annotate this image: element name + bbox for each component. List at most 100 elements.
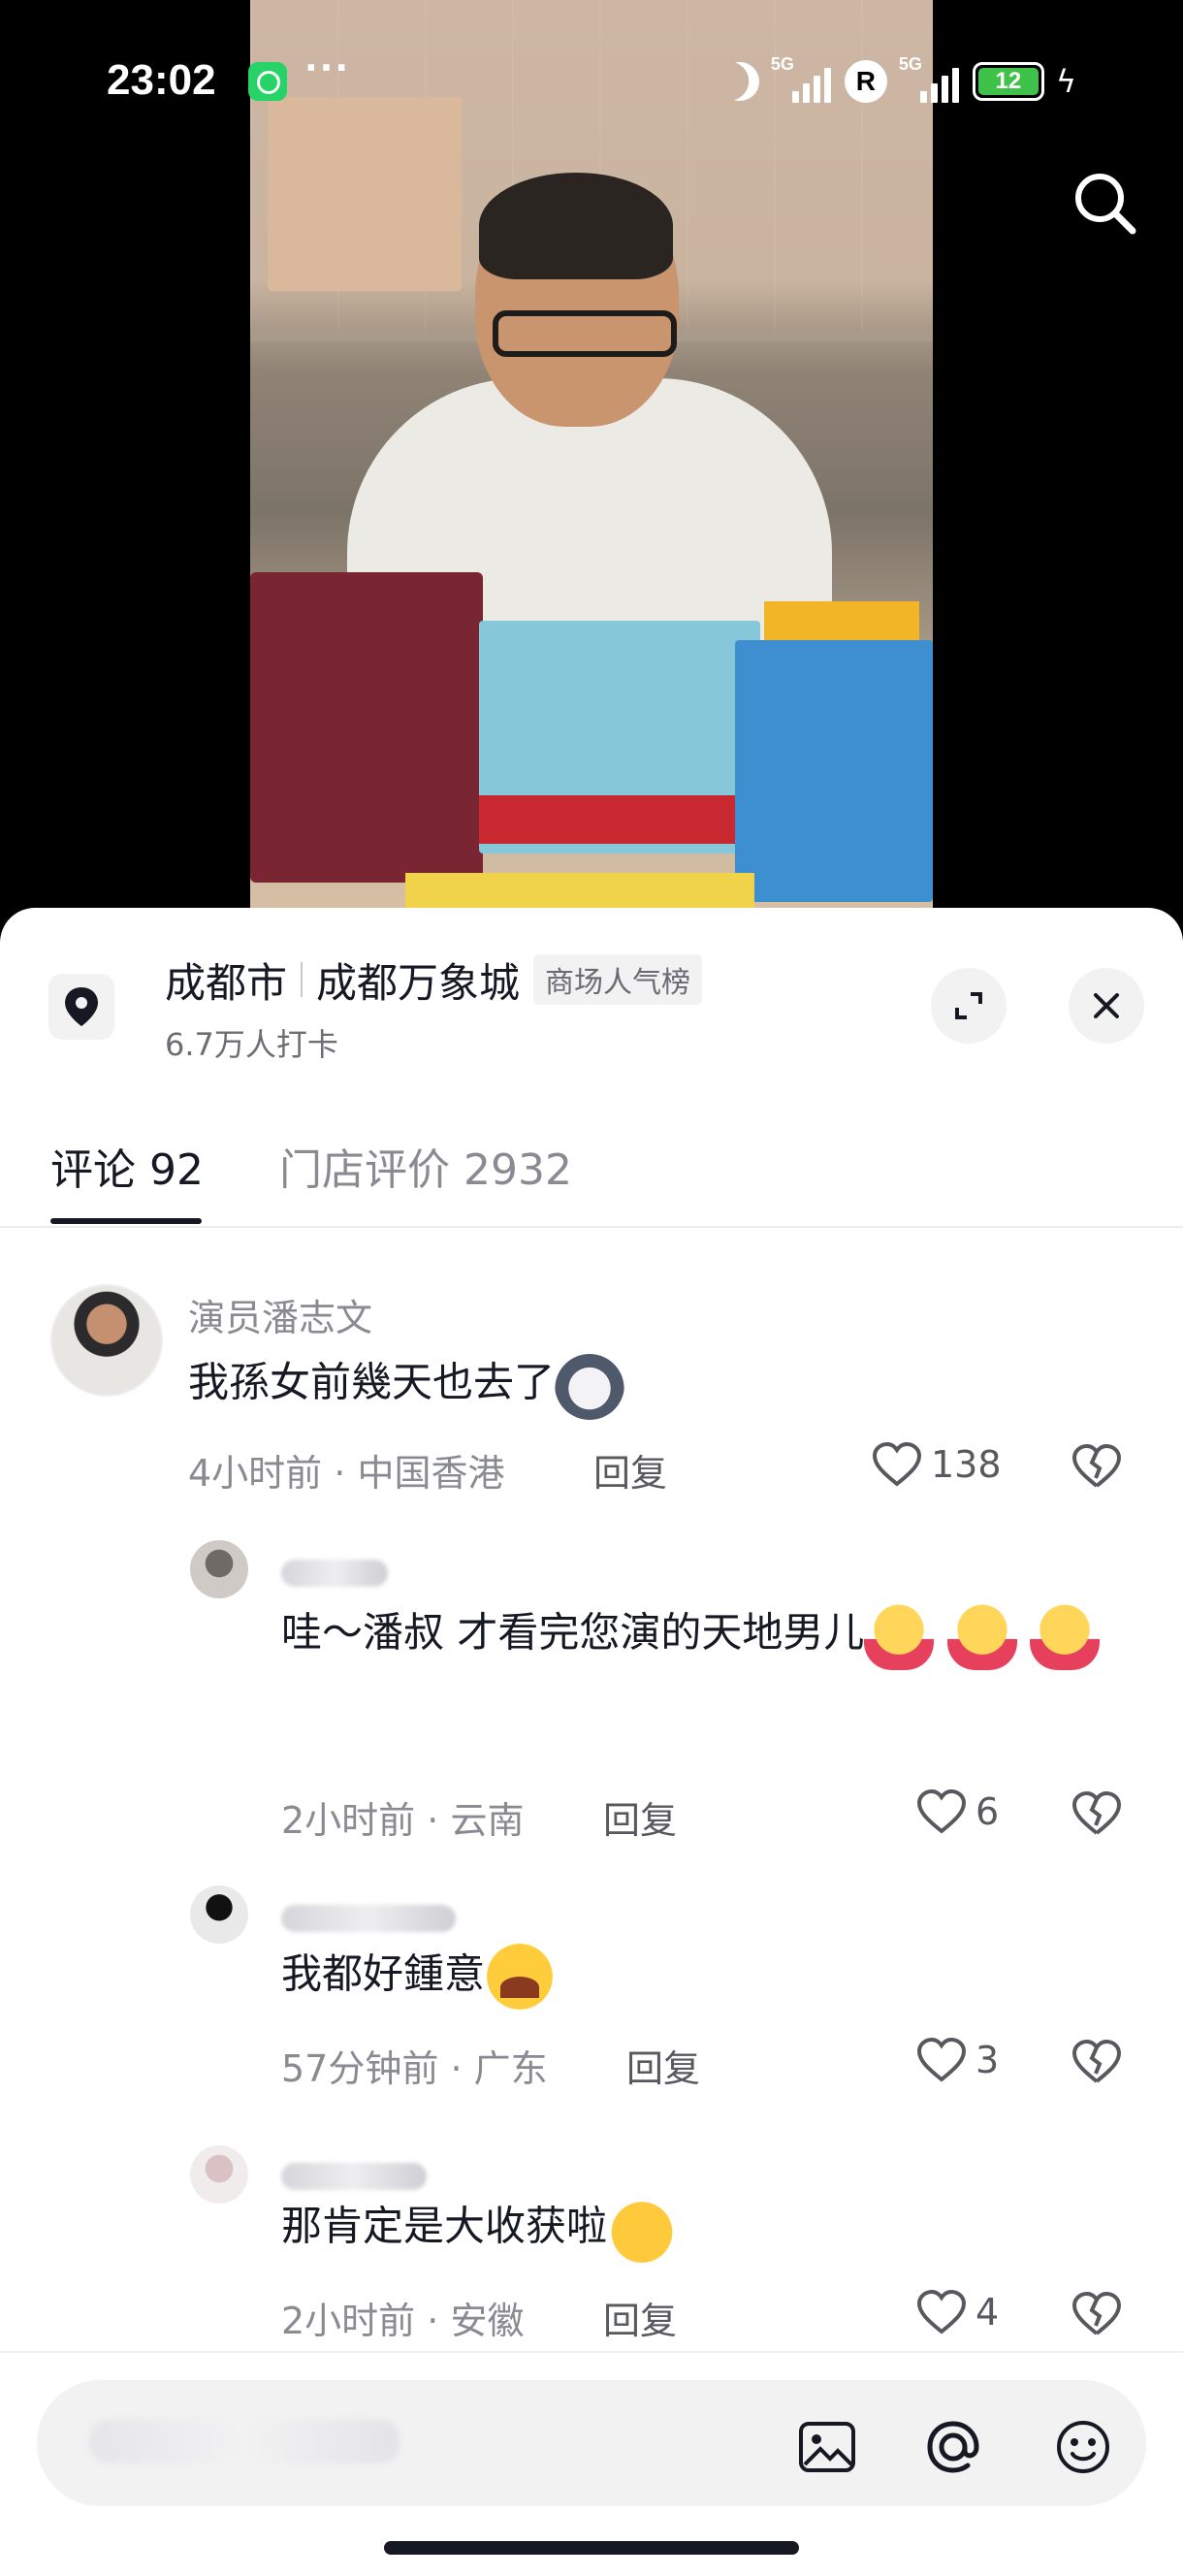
heart-icon [916, 1788, 967, 1834]
broken-heart-icon [1071, 2291, 1122, 2335]
comment-region: 云南 [450, 1799, 525, 1842]
close-button[interactable] [1069, 968, 1144, 1044]
tab-active-indicator [50, 1218, 202, 1224]
reply-button[interactable]: 回复 [603, 1790, 677, 1844]
comment-region: 中国香港 [357, 1452, 505, 1495]
video-person-hair [479, 173, 673, 279]
status-bar: 23:02 ··· 5G R 5G 12 ϟ [0, 0, 1183, 165]
like-button[interactable]: 4 [915, 2289, 999, 2335]
status-time: 23:02 [107, 56, 216, 104]
crying-emoji-icon [485, 1942, 556, 2012]
smiley-face-icon [1057, 2421, 1109, 2473]
dislike-button[interactable] [1071, 1443, 1123, 1494]
battery-icon: 12 [972, 62, 1044, 101]
search-icon [1075, 174, 1136, 235]
broken-heart-icon [1071, 1443, 1122, 1488]
signal-2-icon: 5G [899, 54, 961, 105]
like-count: 138 [931, 1443, 1002, 1486]
more-notifications-icon: ··· [304, 48, 351, 88]
battery-level: 12 [977, 68, 1039, 95]
clapping-hands-emoji-icon [607, 2194, 678, 2264]
like-count: 3 [975, 2039, 1000, 2081]
location-place[interactable]: 成都万象城 [316, 950, 520, 1010]
heart-icon [916, 2289, 967, 2334]
dislike-button[interactable] [1071, 2291, 1123, 2341]
close-icon [1094, 993, 1119, 1018]
avatar[interactable] [190, 1885, 248, 1944]
like-button[interactable]: 3 [915, 2037, 999, 2083]
comment-author[interactable]: 演员潘志文 [188, 1288, 372, 1341]
expand-button[interactable] [931, 968, 1007, 1044]
hug-emoji-icon [946, 1600, 1017, 1670]
expand-icon [955, 992, 982, 1019]
network-2-label: 5G [898, 54, 922, 74]
video-toy-box-left [250, 572, 483, 883]
comment-text-body: 哇～潘叔 才看完您演的天地男儿 [281, 1608, 865, 1657]
avatar[interactable] [50, 1284, 163, 1397]
location-pin-button[interactable] [48, 974, 114, 1040]
image-icon [799, 2422, 855, 2472]
comment-input[interactable] [37, 2380, 1146, 2506]
at-mention-icon [927, 2421, 979, 2473]
hug-emoji-icon [1030, 1600, 1101, 1670]
comment-input-placeholder-blurred [89, 2419, 400, 2463]
comment-author-blurred[interactable] [281, 1905, 456, 1932]
comment-text[interactable]: 那肯定是大收获啦 [281, 2194, 678, 2264]
reply-button[interactable]: 回复 [626, 2039, 700, 2092]
comment-author-blurred[interactable] [281, 2163, 427, 2190]
comment-time: 2小时前 [281, 1799, 416, 1842]
reply-button[interactable]: 回复 [593, 1443, 667, 1497]
tab-bar: 评论 92 门店评价 2932 [0, 1125, 1183, 1228]
location-title[interactable]: 成都市 成都万象城 商场人气榜 [165, 950, 703, 1010]
comment-text-body: 我孫女前幾天也去了 [188, 1358, 556, 1406]
mention-button[interactable] [921, 2415, 985, 2479]
meta-separator: · [322, 1452, 358, 1495]
comment-text-body: 我都好鍾意 [281, 1949, 486, 1998]
network-1-label: 5G [770, 54, 794, 74]
image-button[interactable] [795, 2415, 859, 2479]
avatar[interactable] [190, 1540, 248, 1598]
dislike-button[interactable] [1071, 2039, 1123, 2089]
whatsapp-icon [248, 62, 287, 101]
mall-ranking-tag[interactable]: 商场人气榜 [533, 954, 703, 1005]
avatar[interactable] [190, 2145, 248, 2204]
tab-store-reviews[interactable]: 门店评价 2932 [279, 1135, 572, 1197]
comment-time: 4小时前 [188, 1452, 323, 1495]
comment-region: 广东 [473, 2047, 548, 2090]
home-indicator[interactable] [384, 2541, 799, 2555]
signal-1-icon: 5G [771, 54, 833, 105]
comment-meta: 57分钟前 · 广东 [281, 2039, 548, 2092]
dislike-button[interactable] [1071, 1790, 1123, 1841]
comment-meta: 4小时前 · 中国香港 [188, 1443, 504, 1497]
comment-author-blurred[interactable] [281, 1560, 388, 1587]
heart-icon [916, 2037, 967, 2082]
tab-comments[interactable]: 评论 92 [50, 1135, 204, 1197]
comment-time: 2小时前 [281, 2300, 416, 2342]
video-toy-box-middle-band [479, 795, 760, 844]
do-not-disturb-moon-icon [715, 56, 764, 106]
reply-button[interactable]: 回复 [603, 2291, 677, 2344]
comment-time: 57分钟前 [281, 2047, 439, 2090]
like-button[interactable]: 138 [871, 1441, 1002, 1488]
meta-separator: · [438, 2047, 474, 2090]
meta-separator: · [415, 2300, 451, 2342]
broken-heart-icon [1071, 1790, 1122, 1835]
search-button[interactable] [1067, 165, 1144, 242]
comment-text[interactable]: 我孫女前幾天也去了 [188, 1350, 625, 1420]
like-button[interactable]: 6 [915, 1788, 999, 1835]
hug-emoji-icon [864, 1600, 935, 1670]
checkin-count: 6.7万人打卡 [165, 1026, 338, 1063]
location-divider [301, 962, 304, 997]
roaming-icon: R [844, 60, 887, 103]
heart-icon [872, 1441, 922, 1487]
emoji-button[interactable] [1051, 2415, 1115, 2479]
meta-separator: · [415, 1799, 451, 1842]
like-count: 4 [975, 2291, 1000, 2334]
location-city[interactable]: 成都市 [165, 950, 287, 1010]
comment-region: 安徽 [450, 2300, 525, 2342]
video-person-glasses [493, 310, 677, 357]
comment-text[interactable]: 哇～潘叔 才看完您演的天地男儿 [281, 1600, 1115, 1670]
comment-list[interactable]: 演员潘志文 我孫女前幾天也去了 4小时前 · 中国香港 回复 138 哇～潘叔 … [0, 1230, 1183, 2353]
like-count: 6 [975, 1790, 1000, 1833]
comment-text[interactable]: 我都好鍾意 [281, 1942, 556, 2012]
